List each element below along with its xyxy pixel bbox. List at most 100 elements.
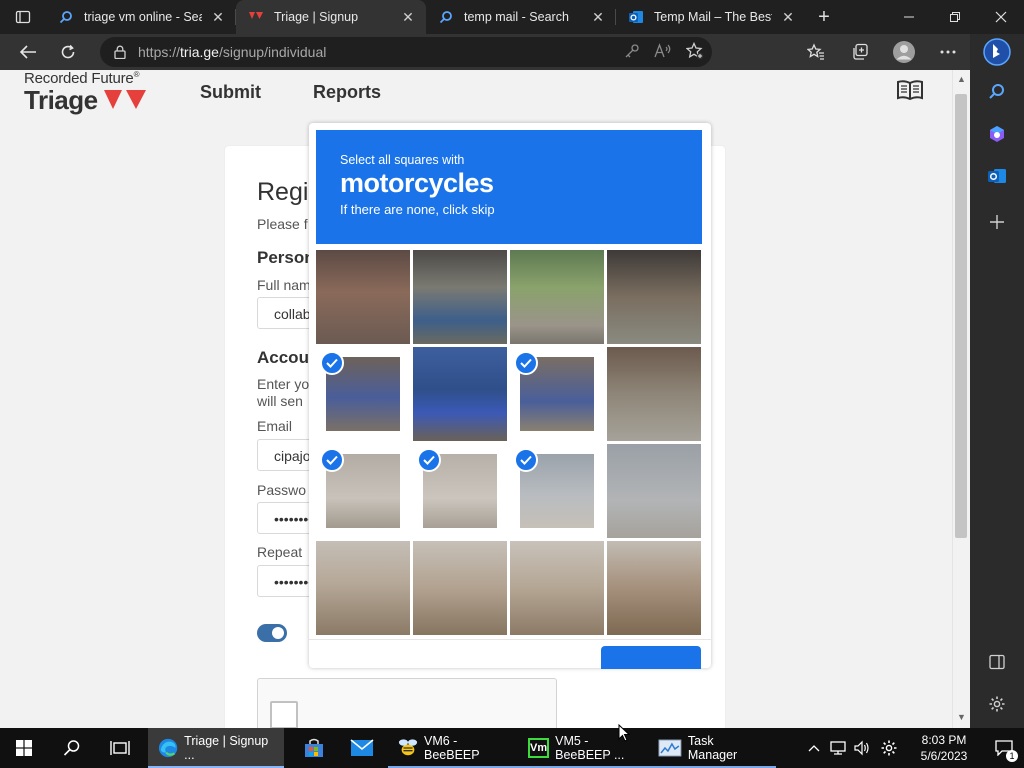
- challenge-tile[interactable]: [413, 444, 507, 538]
- password-label: Passwo: [257, 482, 307, 498]
- full-name-label: Full nam: [257, 277, 311, 293]
- challenge-tile[interactable]: [413, 347, 507, 441]
- sidebar-outlook-button[interactable]: [983, 162, 1011, 190]
- task-manager-icon: [658, 739, 682, 757]
- system-tray: 8:03 PM 5/6/2023 1: [802, 728, 1024, 768]
- scroll-down-icon[interactable]: ▼: [957, 712, 966, 722]
- tab-triage-search[interactable]: triage vm online - Search ✕: [46, 0, 236, 34]
- challenge-tile[interactable]: [413, 250, 507, 344]
- back-button[interactable]: [8, 34, 48, 70]
- minimize-button[interactable]: [886, 0, 932, 34]
- nav-reports[interactable]: Reports: [313, 82, 381, 103]
- tab-triage-signup[interactable]: Triage | Signup ✕: [236, 0, 426, 34]
- tab-temp-mail-search[interactable]: temp mail - Search ✕: [426, 0, 616, 34]
- favorites-button[interactable]: [794, 34, 838, 70]
- taskbar-app-store[interactable]: [290, 728, 338, 768]
- close-icon[interactable]: ✕: [780, 9, 796, 25]
- challenge-tile[interactable]: [316, 541, 410, 635]
- challenge-tile[interactable]: [510, 444, 604, 538]
- challenge-prompt: Select all squares with: [340, 153, 465, 167]
- challenge-tile[interactable]: [607, 250, 701, 344]
- network-icon[interactable]: [826, 728, 850, 768]
- close-window-button[interactable]: [978, 0, 1024, 34]
- challenge-tile[interactable]: [510, 250, 604, 344]
- clock[interactable]: 8:03 PM 5/6/2023: [904, 732, 984, 764]
- notifications-button[interactable]: 1: [984, 728, 1024, 768]
- site-header: Recorded Future® Triage Submit Reports: [0, 70, 952, 120]
- sidebar-settings-button[interactable]: [983, 690, 1011, 718]
- key-icon[interactable]: [624, 43, 640, 62]
- sidebar-search-button[interactable]: [983, 78, 1011, 106]
- challenge-tile[interactable]: [316, 444, 410, 538]
- hide-sidebar-button[interactable]: [983, 648, 1011, 676]
- account-desc-2: will sen: [257, 393, 303, 409]
- challenge-tile[interactable]: [316, 347, 410, 441]
- challenge-tile[interactable]: [316, 250, 410, 344]
- tile-image: [510, 250, 604, 344]
- taskbar-app-vm6-beebeep[interactable]: VM6 - BeeBEEP: [388, 728, 518, 768]
- volume-icon[interactable]: [850, 728, 874, 768]
- challenge-tile[interactable]: [510, 347, 604, 441]
- checkmark-icon: [514, 448, 538, 472]
- new-tab-button[interactable]: +: [806, 0, 842, 34]
- challenge-tile[interactable]: [607, 347, 701, 441]
- refresh-button[interactable]: [48, 34, 88, 70]
- section-personal: Person: [257, 248, 315, 267]
- book-icon[interactable]: [897, 80, 923, 100]
- avatar: [893, 41, 915, 63]
- close-icon[interactable]: ✕: [590, 9, 606, 25]
- url-path: /signup/individual: [218, 44, 327, 60]
- chevron-up-icon: [808, 745, 820, 752]
- windows-taskbar: Triage | Signup ... VM6 - BeeBEEP Vm VM5…: [0, 728, 1024, 768]
- challenge-hint: If there are none, click skip: [340, 202, 495, 217]
- scroll-thumb[interactable]: [955, 94, 967, 538]
- favorites-icon: [807, 43, 824, 60]
- repeat-password-label: Repeat: [257, 544, 303, 560]
- taskbar-app-mail[interactable]: [338, 728, 386, 768]
- settings-and-more-button[interactable]: [926, 34, 970, 70]
- skip-button[interactable]: [601, 646, 701, 669]
- start-button[interactable]: [0, 728, 48, 768]
- close-icon[interactable]: ✕: [400, 9, 416, 25]
- clock-date: 5/6/2023: [920, 749, 968, 763]
- taskbar-app-task-manager[interactable]: Task Manager: [648, 728, 776, 768]
- terms-toggle[interactable]: [257, 624, 287, 642]
- page-scrollbar[interactable]: ▲ ▼: [952, 70, 970, 728]
- settings-tray-icon[interactable]: [874, 728, 904, 768]
- tile-image: [607, 541, 701, 635]
- task-view-button[interactable]: [96, 728, 144, 768]
- taskbar-app-edge[interactable]: Triage | Signup ...: [148, 728, 284, 768]
- collections-button[interactable]: [838, 34, 882, 70]
- plus-icon: [990, 215, 1004, 229]
- tab-temp-mail[interactable]: Temp Mail – The Best Temp Mail ✕: [616, 0, 806, 34]
- scroll-up-icon[interactable]: ▲: [957, 74, 966, 84]
- url-scheme: https://: [138, 44, 181, 60]
- add-favorite-icon[interactable]: [685, 41, 704, 63]
- sidebar-add-button[interactable]: [983, 208, 1011, 236]
- mail-icon: [350, 739, 374, 756]
- restore-button[interactable]: [932, 0, 978, 34]
- nav-submit[interactable]: Submit: [200, 82, 261, 103]
- address-bar[interactable]: https://tria.ge/signup/individual: [100, 37, 712, 67]
- logo-triage[interactable]: Triage: [24, 85, 98, 116]
- close-icon[interactable]: ✕: [210, 9, 226, 25]
- challenge-tile[interactable]: [510, 541, 604, 635]
- captcha-checkbox[interactable]: [270, 701, 298, 728]
- edge-icon: [158, 738, 178, 758]
- toolbar-right: [794, 34, 970, 70]
- tab-title: triage vm online - Search: [84, 10, 202, 24]
- challenge-footer: [309, 639, 711, 669]
- tab-actions-button[interactable]: [0, 0, 46, 34]
- bing-icon: [983, 38, 1011, 66]
- show-hidden-icons-button[interactable]: [802, 728, 826, 768]
- taskbar-search-button[interactable]: [48, 728, 96, 768]
- tile-image: [607, 250, 701, 344]
- challenge-tile[interactable]: [607, 541, 701, 635]
- read-aloud-icon[interactable]: [654, 42, 672, 62]
- sidebar-shopping-button[interactable]: [983, 120, 1011, 148]
- challenge-tile[interactable]: [607, 444, 701, 538]
- profile-button[interactable]: [882, 34, 926, 70]
- bing-chat-button[interactable]: [981, 36, 1013, 68]
- taskbar-app-label: Triage | Signup ...: [184, 734, 269, 762]
- challenge-tile[interactable]: [413, 541, 507, 635]
